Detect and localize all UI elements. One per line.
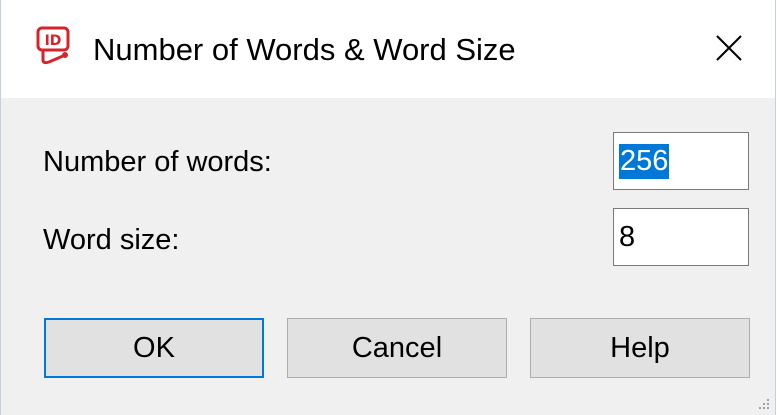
number-of-words-value: 256: [619, 143, 670, 179]
app-logo-icon: ID: [36, 26, 70, 65]
help-button[interactable]: Help: [530, 318, 750, 378]
svg-text:ID: ID: [45, 33, 62, 49]
word-size-input[interactable]: 8: [613, 208, 749, 266]
ok-button[interactable]: OK: [44, 318, 264, 378]
number-of-words-label: Number of words:: [43, 146, 272, 178]
number-of-words-input[interactable]: 256: [613, 132, 749, 190]
close-button[interactable]: [701, 20, 757, 76]
cancel-button[interactable]: Cancel: [287, 318, 507, 378]
resize-grip-icon[interactable]: [757, 397, 771, 411]
close-icon: [716, 35, 742, 61]
dialog-title: Number of Words & Word Size: [93, 32, 516, 67]
word-size-label: Word size:: [43, 224, 180, 256]
title-bar[interactable]: ID Number of Words & Word Size: [1, 0, 775, 98]
word-size-value: 8: [619, 220, 636, 253]
dialog-window: ID Number of Words & Word Size Number of…: [0, 0, 776, 415]
